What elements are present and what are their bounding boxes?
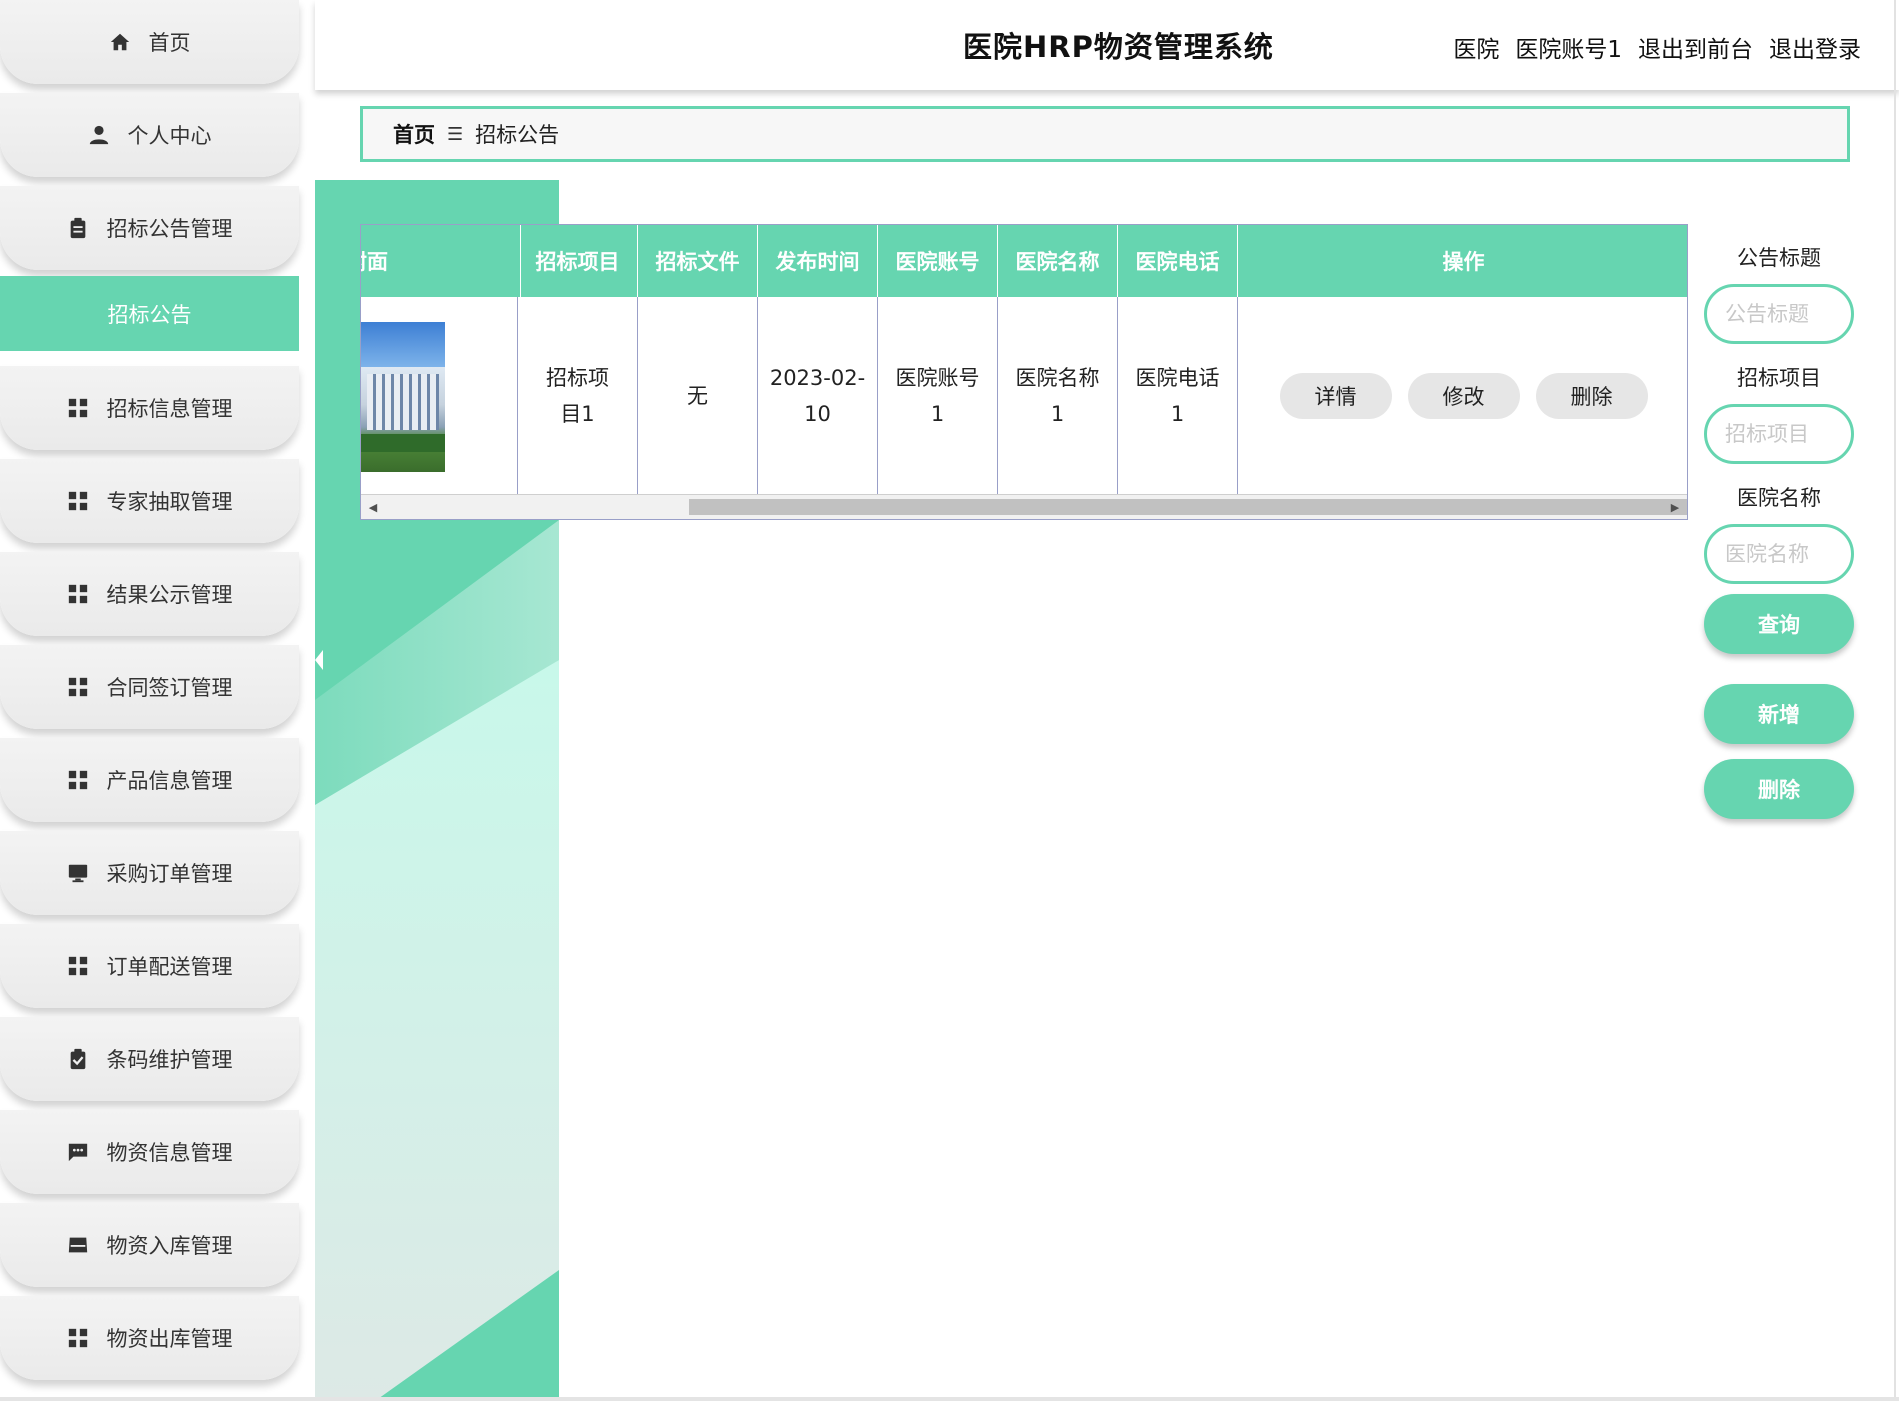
breadcrumb-current: 招标公告 <box>475 123 560 147</box>
edit-button[interactable]: 修改 <box>1407 373 1520 419</box>
top-header: 医院HRP物资管理系统 医院 医院账号1 退出到前台 退出登录 <box>315 0 1899 90</box>
cell-account: 医院账号1 <box>878 297 998 495</box>
breadcrumb: 首页 ☰ 招标公告 <box>360 106 1850 162</box>
column-header-account: 医院账号 <box>878 225 998 297</box>
monitor-icon <box>67 862 89 884</box>
sidebar-item-label: 个人中心 <box>127 124 212 148</box>
breadcrumb-home[interactable]: 首页 <box>393 119 435 149</box>
cell-time: 2023-02-10 <box>758 297 878 495</box>
sidebar-item-contract-signing-management[interactable]: 合同签订管理 <box>0 645 299 729</box>
inbox-icon <box>67 1234 89 1256</box>
cover-cell <box>361 297 518 495</box>
breadcrumb-separator-icon: ☰ <box>447 123 464 145</box>
column-header-cover: 封面 <box>361 225 521 297</box>
sidebar-item-home[interactable]: 首页 <box>0 0 299 84</box>
sidebar-item-personal-center[interactable]: 个人中心 <box>0 93 299 177</box>
column-header-phone: 医院电话 <box>1118 225 1238 297</box>
sidebar-item-order-delivery-management[interactable]: 订单配送管理 <box>0 924 299 1008</box>
sidebar-item-label: 招标公告 <box>107 302 192 327</box>
sidebar-item-material-inbound-management[interactable]: 物资入库管理 <box>0 1203 299 1287</box>
scroll-right-arrow-icon[interactable]: ▶ <box>1667 499 1683 515</box>
cell-file: 无 <box>638 297 758 495</box>
grid-icon <box>67 676 89 698</box>
data-table: 封面 招标项目 招标文件 发布时间 医院账号 医院名称 医院电话 操作 招标项目… <box>360 224 1688 520</box>
search-hospital-input[interactable] <box>1704 524 1854 584</box>
sidebar-item-label: 首页 <box>148 31 191 55</box>
sidebar-item-label: 物资入库管理 <box>106 1234 233 1258</box>
sidebar-item-label: 招标公告管理 <box>106 217 233 241</box>
logout-link[interactable]: 退出登录 <box>1769 30 1861 64</box>
grid-icon <box>67 397 89 419</box>
sidebar-item-label: 合同签订管理 <box>106 676 233 700</box>
sidebar-item-barcode-maintenance-management[interactable]: 条码维护管理 <box>0 1017 299 1101</box>
sidebar-item-result-publicity-management[interactable]: 结果公示管理 <box>0 552 299 636</box>
clipboard-icon <box>67 217 89 239</box>
sidebar-item-expert-selection-management[interactable]: 专家抽取管理 <box>0 459 299 543</box>
grid-icon <box>67 1327 89 1349</box>
detail-button[interactable]: 详情 <box>1279 373 1392 419</box>
scrollbar-thumb[interactable] <box>689 499 1687 515</box>
sidebar-item-label: 物资出库管理 <box>106 1327 233 1351</box>
column-header-project: 招标项目 <box>518 225 638 297</box>
cell-hospital-name: 医院名称1 <box>998 297 1118 495</box>
grid-icon <box>67 583 89 605</box>
cell-phone: 医院电话1 <box>1118 297 1238 495</box>
search-title-input[interactable] <box>1704 284 1854 344</box>
cell-actions: 详情 修改 删除 <box>1238 297 1687 495</box>
cover-image[interactable] <box>361 322 445 472</box>
sidebar-item-label: 专家抽取管理 <box>106 490 233 514</box>
bottom-border <box>0 1397 1899 1401</box>
sidebar-item-bid-notice-management[interactable]: 招标公告管理 <box>0 186 299 270</box>
clipboard-check-icon <box>67 1048 89 1070</box>
cell-project: 招标项目1 <box>518 297 638 495</box>
grid-icon <box>67 955 89 977</box>
query-button[interactable]: 查询 <box>1704 594 1854 654</box>
sidebar-item-bid-info-management[interactable]: 招标信息管理 <box>0 366 299 450</box>
search-hospital-label: 医院名称 <box>1737 486 1821 510</box>
right-border <box>1894 0 1896 1401</box>
row-delete-button[interactable]: 删除 <box>1535 373 1648 419</box>
search-project-input[interactable] <box>1704 404 1854 464</box>
horizontal-scrollbar[interactable]: ◀ ▶ <box>361 494 1687 519</box>
grid-icon <box>67 769 89 791</box>
app-title: 医院HRP物资管理系统 <box>963 30 1274 64</box>
sidebar-item-label: 招标信息管理 <box>106 397 233 421</box>
sidebar-item-label: 采购订单管理 <box>106 862 233 886</box>
sidebar-item-product-info-management[interactable]: 产品信息管理 <box>0 738 299 822</box>
home-icon <box>109 31 131 53</box>
sidebar-item-label: 订单配送管理 <box>106 955 233 979</box>
back-to-front-link[interactable]: 退出到前台 <box>1638 30 1753 64</box>
scroll-left-arrow-icon[interactable]: ◀ <box>365 499 381 515</box>
sidebar-item-material-info-management[interactable]: 物资信息管理 <box>0 1110 299 1194</box>
grid-icon <box>67 490 89 512</box>
sidebar-item-label: 条码维护管理 <box>106 1048 233 1072</box>
sidebar-item-label: 结果公示管理 <box>106 583 233 607</box>
sidebar-item-label: 产品信息管理 <box>106 769 233 793</box>
column-header-hospital-name: 医院名称 <box>998 225 1118 297</box>
user-role: 医院 <box>1453 37 1500 63</box>
column-header-time: 发布时间 <box>758 225 878 297</box>
sidebar-item-purchase-order-management[interactable]: 采购订单管理 <box>0 831 299 915</box>
sidebar-item-material-outbound-management[interactable]: 物资出库管理 <box>0 1296 299 1380</box>
search-project-label: 招标项目 <box>1737 366 1821 390</box>
person-icon <box>88 124 110 146</box>
search-title-label: 公告标题 <box>1737 246 1821 270</box>
sidebar-subitem-bid-notice[interactable]: 招标公告 <box>0 276 299 351</box>
chat-icon <box>67 1141 89 1163</box>
column-header-file: 招标文件 <box>638 225 758 297</box>
user-account: 医院账号1 <box>1515 37 1622 63</box>
sidebar-item-label: 物资信息管理 <box>106 1141 233 1165</box>
table-header-row: 封面 招标项目 招标文件 发布时间 医院账号 医院名称 医院电话 操作 <box>361 225 1687 297</box>
batch-delete-button[interactable]: 删除 <box>1704 759 1854 819</box>
column-header-actions: 操作 <box>1442 250 1485 274</box>
header-user-area: 医院 医院账号1 退出到前台 退出登录 <box>1453 30 1861 64</box>
sidebar: 首页 个人中心 招标公告管理 招标公告 招标信息管理 专家抽取管理 结果公示管理 <box>0 0 310 1401</box>
add-button[interactable]: 新增 <box>1704 684 1854 744</box>
